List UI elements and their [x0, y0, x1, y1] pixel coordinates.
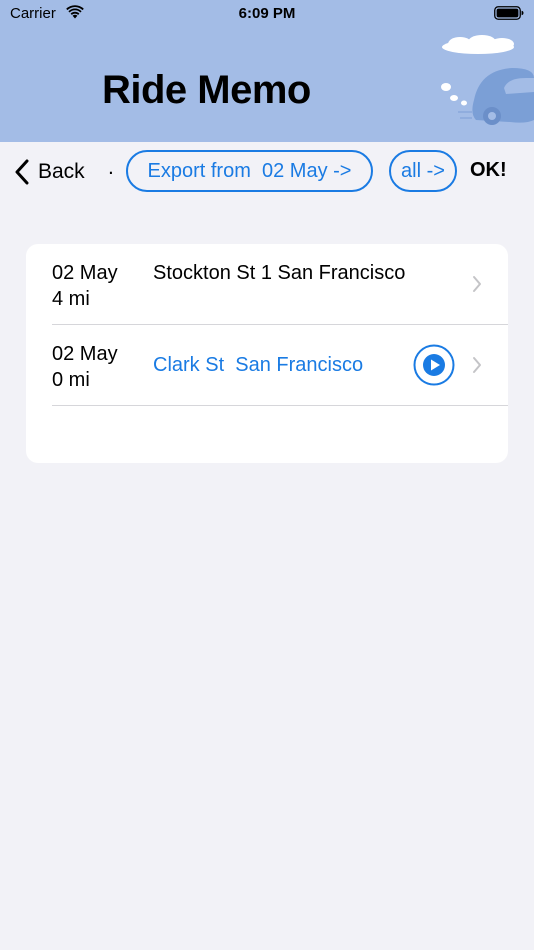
battery-icon	[494, 6, 524, 20]
ride-address: Stockton St 1 San Francisco	[153, 262, 406, 284]
ride-row[interactable]: 02 May 4 mi Stockton St 1 San Francisco	[26, 244, 508, 325]
status-bar: Carrier 6:09 PM	[0, 0, 534, 28]
ride-date: 02 May	[52, 343, 118, 365]
play-icon[interactable]	[413, 344, 455, 386]
row-divider	[52, 405, 508, 406]
export-all-button[interactable]: all ->	[389, 150, 457, 192]
rides-list: 02 May 4 mi Stockton St 1 San Francisco …	[26, 244, 508, 463]
ride-memo-screen: Carrier 6:09 PM Ride Memo Back . Export …	[0, 0, 534, 950]
ride-address-link[interactable]: Clark St San Francisco	[153, 352, 363, 378]
back-button-label: Back	[38, 160, 85, 183]
back-button[interactable]: Back	[14, 156, 85, 188]
chevron-right-icon	[473, 357, 481, 373]
export-from-button[interactable]: Export from 02 May ->	[126, 150, 373, 192]
toolbar-separator: .	[108, 156, 114, 179]
car-icon	[458, 68, 534, 125]
ok-button[interactable]: OK!	[470, 159, 507, 182]
ride-date: 02 May	[52, 262, 118, 284]
app-header: Carrier 6:09 PM Ride Memo	[0, 0, 534, 142]
header-illustration	[441, 35, 534, 125]
clock-label: 6:09 PM	[238, 5, 296, 22]
chevron-left-icon	[15, 159, 29, 185]
export-toolbar: Back . Export from 02 May -> all -> OK!	[0, 142, 534, 202]
ride-row[interactable]: 02 May 0 mi Clark St San Francisco	[26, 325, 508, 406]
ride-distance: 4 mi	[52, 288, 90, 310]
app-title: Ride Memo	[102, 68, 311, 112]
ride-distance: 0 mi	[52, 369, 90, 391]
chevron-right-icon	[473, 276, 481, 292]
